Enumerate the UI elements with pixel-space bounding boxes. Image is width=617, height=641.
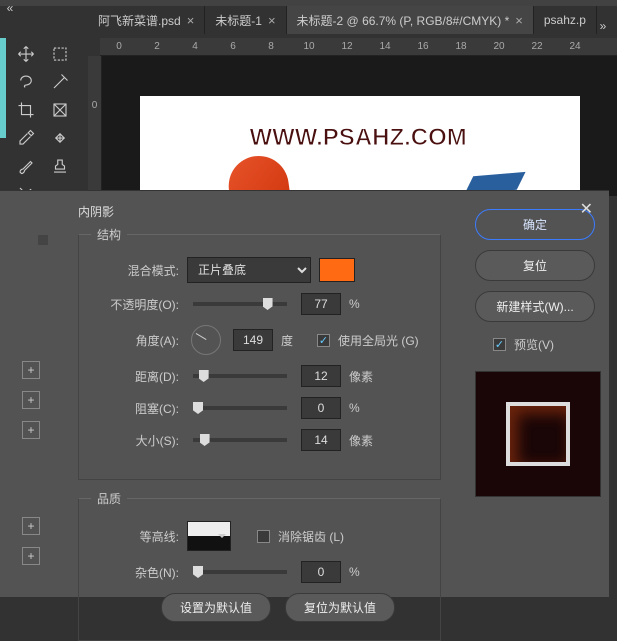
blend-mode-label: 混合模式: bbox=[91, 262, 179, 279]
chevron-right-icon[interactable]: » bbox=[593, 18, 613, 33]
quality-group: 品质 等高线: 消除锯齿 (L) 杂色(N): % 设置为默认值 复位为默认值 bbox=[78, 490, 441, 641]
stamp-tool-icon[interactable] bbox=[46, 154, 74, 178]
vertical-ruler: 0 bbox=[88, 56, 102, 196]
dialog-actions: 确定 复位 新建样式(W)... 预览(V) bbox=[461, 191, 609, 597]
add-effect-icon[interactable]: + bbox=[22, 517, 40, 535]
close-icon[interactable]: × bbox=[187, 13, 195, 28]
effects-list: + + + + + bbox=[0, 191, 48, 597]
opacity-label: 不透明度(O): bbox=[91, 296, 179, 313]
angle-label: 角度(A): bbox=[91, 332, 179, 349]
color-swatch[interactable] bbox=[319, 258, 355, 282]
choke-unit: % bbox=[349, 401, 360, 415]
tab-0[interactable]: 阿飞新菜谱.psd × bbox=[88, 6, 205, 34]
close-icon[interactable]: × bbox=[268, 13, 276, 28]
noise-label: 杂色(N): bbox=[91, 564, 179, 581]
contour-picker[interactable] bbox=[187, 521, 231, 551]
ok-button[interactable]: 确定 bbox=[475, 209, 595, 240]
global-light-label: 使用全局光 (G) bbox=[338, 332, 419, 349]
tab-label: 未标题-1 bbox=[215, 12, 262, 29]
choke-input[interactable] bbox=[301, 397, 341, 419]
distance-slider[interactable] bbox=[193, 374, 287, 378]
marquee-tool-icon[interactable] bbox=[46, 42, 74, 66]
cancel-button[interactable]: 复位 bbox=[475, 250, 595, 281]
scroll-arrow-icon[interactable] bbox=[38, 235, 48, 245]
antialias-label: 消除锯齿 (L) bbox=[278, 528, 344, 545]
eyedropper-tool-icon[interactable] bbox=[12, 126, 40, 150]
crop-tool-icon[interactable] bbox=[12, 98, 40, 122]
frame-tool-icon[interactable] bbox=[46, 98, 74, 122]
healing-tool-icon[interactable] bbox=[46, 126, 74, 150]
chevron-left-icon[interactable]: « bbox=[0, 0, 20, 15]
reset-default-button[interactable]: 复位为默认值 bbox=[285, 593, 395, 622]
add-effect-icon[interactable]: + bbox=[22, 547, 40, 565]
watermark-text: WWW.PSAHZ.COM bbox=[250, 124, 467, 152]
global-light-checkbox[interactable] bbox=[317, 334, 330, 347]
tab-1[interactable]: 未标题-1 × bbox=[205, 6, 286, 34]
brush-tool-icon[interactable] bbox=[12, 154, 40, 178]
tool-palette bbox=[8, 38, 80, 210]
choke-slider[interactable] bbox=[193, 406, 287, 410]
document-tabs: 阿飞新菜谱.psd × 未标题-1 × 未标题-2 @ 66.7% (P, RGB/… bbox=[0, 6, 617, 34]
quality-legend: 品质 bbox=[91, 490, 127, 507]
add-effect-icon[interactable]: + bbox=[22, 391, 40, 409]
noise-input[interactable] bbox=[301, 561, 341, 583]
distance-input[interactable] bbox=[301, 365, 341, 387]
move-tool-icon[interactable] bbox=[12, 42, 40, 66]
preview-thumbnail bbox=[475, 371, 601, 497]
thumb-strip bbox=[0, 38, 6, 138]
canvas-area[interactable]: WWW.PSAHZ.COM bbox=[102, 56, 617, 196]
lasso-tool-icon[interactable] bbox=[12, 70, 40, 94]
size-slider[interactable] bbox=[193, 438, 287, 442]
add-effect-icon[interactable]: + bbox=[22, 361, 40, 379]
size-label: 大小(S): bbox=[91, 432, 179, 449]
settings-panel: 内阴影 结构 混合模式: 正片叠底 不透明度(O): % 角度(A): bbox=[48, 191, 461, 597]
contour-label: 等高线: bbox=[91, 528, 179, 545]
antialias-checkbox[interactable] bbox=[257, 530, 270, 543]
opacity-slider[interactable] bbox=[193, 302, 287, 306]
preview-inner bbox=[506, 402, 570, 466]
tab-label: 未标题-2 @ 66.7% (P, RGB/8#/CMYK) * bbox=[297, 12, 510, 29]
noise-slider[interactable] bbox=[193, 570, 287, 574]
distance-unit: 像素 bbox=[349, 368, 373, 385]
structure-legend: 结构 bbox=[91, 226, 127, 243]
angle-dial[interactable] bbox=[191, 325, 221, 355]
size-unit: 像素 bbox=[349, 432, 373, 449]
close-icon[interactable]: × bbox=[515, 13, 523, 28]
structure-group: 结构 混合模式: 正片叠底 不透明度(O): % 角度(A): 度 bbox=[78, 226, 441, 480]
make-default-button[interactable]: 设置为默认值 bbox=[161, 593, 271, 622]
preview-checkbox[interactable] bbox=[493, 338, 506, 351]
distance-label: 距离(D): bbox=[91, 368, 179, 385]
blend-mode-select[interactable]: 正片叠底 bbox=[187, 257, 311, 283]
new-style-button[interactable]: 新建样式(W)... bbox=[475, 291, 595, 322]
preview-label: 预览(V) bbox=[514, 336, 554, 353]
size-input[interactable] bbox=[301, 429, 341, 451]
layer-style-dialog: ✕ + + + + + 内阴影 结构 混合模式: 正片叠底 bbox=[0, 190, 609, 597]
wand-tool-icon[interactable] bbox=[46, 70, 74, 94]
tab-label: 阿飞新菜谱.psd bbox=[98, 12, 181, 29]
opacity-input[interactable] bbox=[301, 293, 341, 315]
noise-unit: % bbox=[349, 565, 360, 579]
tab-3[interactable]: psahz.p bbox=[534, 6, 597, 34]
angle-input[interactable] bbox=[233, 329, 273, 351]
tab-label: psahz.p bbox=[544, 13, 586, 27]
close-icon[interactable]: ✕ bbox=[580, 199, 593, 219]
choke-label: 阻塞(C): bbox=[91, 400, 179, 417]
horizontal-ruler: 024681012141618202224 bbox=[100, 38, 617, 56]
add-effect-icon[interactable]: + bbox=[22, 421, 40, 439]
angle-unit: 度 bbox=[281, 332, 293, 349]
opacity-unit: % bbox=[349, 297, 360, 311]
tab-2[interactable]: 未标题-2 @ 66.7% (P, RGB/8#/CMYK) * × bbox=[287, 6, 534, 34]
effect-title: 内阴影 bbox=[78, 203, 441, 220]
